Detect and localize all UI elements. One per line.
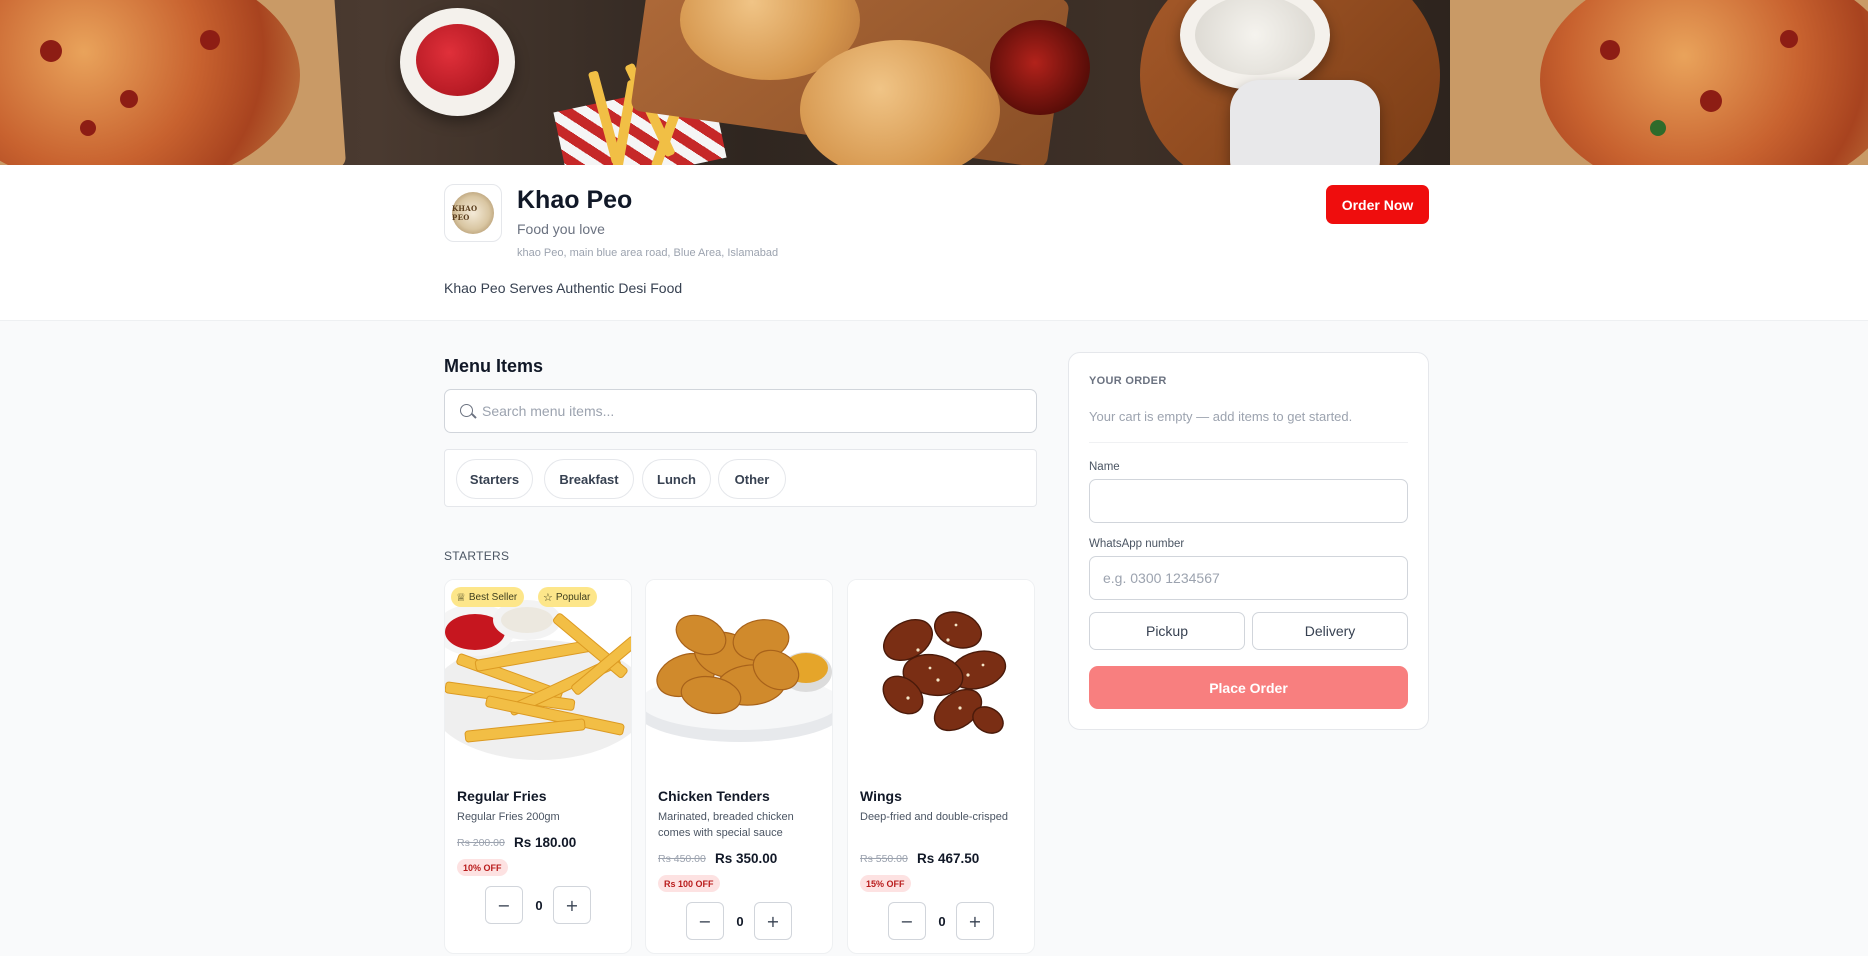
restaurant-address: khao Peo, main blue area road, Blue Area…: [517, 247, 779, 259]
menu-item-card[interactable]: ♕ Best Seller ☆ Popular Regular Fries Re…: [444, 579, 632, 954]
badge-label: Best Seller: [468, 591, 518, 603]
trophy-icon: ♕: [456, 591, 466, 604]
delivery-button[interactable]: Delivery: [1252, 612, 1408, 650]
category-chip-other[interactable]: Other: [718, 459, 786, 499]
regular-fries-image: [445, 580, 631, 760]
logo-emblem: KHAO PEO: [452, 192, 494, 234]
item-name: Chicken Tenders: [658, 788, 770, 804]
menu-item-card[interactable]: Chicken Tenders Marinated, breaded chick…: [645, 579, 833, 954]
search-icon: [460, 404, 473, 417]
name-field[interactable]: [1089, 479, 1408, 523]
restaurant-header: [0, 165, 1868, 321]
best-seller-badge: ♕ Best Seller: [451, 587, 525, 607]
restaurant-name: Khao Peo: [517, 186, 633, 214]
increase-quantity-button[interactable]: +: [754, 902, 792, 940]
whatsapp-label: WhatsApp number: [1089, 538, 1185, 550]
item-description: Marinated, breaded chicken comes with sp…: [658, 811, 794, 839]
divider: [1089, 442, 1408, 443]
item-name: Regular Fries: [457, 788, 547, 804]
popular-badge: ☆ Popular: [538, 587, 598, 607]
decrease-quantity-button[interactable]: −: [686, 902, 724, 940]
item-description: Deep-fried and double-crisped: [860, 811, 1008, 823]
menu-title: Menu Items: [444, 356, 544, 376]
category-chip-starters[interactable]: Starters: [456, 459, 533, 499]
discount-badge: 10% OFF: [457, 859, 508, 876]
section-label-starters: STARTERS: [444, 549, 510, 563]
category-chip-breakfast[interactable]: Breakfast: [544, 459, 634, 499]
restaurant-tagline: Food you love: [517, 221, 605, 237]
item-price: Rs 180.00: [514, 835, 577, 850]
place-order-button[interactable]: Place Order: [1089, 666, 1408, 709]
star-icon: ☆: [543, 591, 553, 604]
item-name: Wings: [860, 788, 902, 804]
badge-label: Popular: [555, 591, 591, 603]
discount-badge: Rs 100 OFF: [658, 875, 720, 892]
decrease-quantity-button[interactable]: −: [888, 902, 926, 940]
increase-quantity-button[interactable]: +: [553, 886, 591, 924]
item-quantity: 0: [535, 898, 543, 913]
menu-item-card[interactable]: Wings Deep-fried and double-crisped Rs 5…: [847, 579, 1035, 954]
item-price: Rs 350.00: [715, 851, 778, 866]
item-price: Rs 467.50: [917, 851, 980, 866]
item-old-price: Rs 550.00: [860, 853, 908, 865]
wings-image: [848, 580, 1034, 760]
restaurant-description: Khao Peo Serves Authentic Desi Food: [444, 280, 683, 296]
discount-badge: 15% OFF: [860, 875, 911, 892]
restaurant-logo: KHAO PEO: [444, 184, 502, 242]
hero-banner: [0, 0, 1868, 165]
item-description: Regular Fries 200gm: [457, 811, 560, 823]
order-now-button[interactable]: Order Now: [1326, 185, 1429, 224]
search-placeholder: Search menu items...: [482, 403, 615, 419]
item-quantity: 0: [736, 914, 744, 929]
name-label: Name: [1089, 461, 1120, 473]
search-input[interactable]: Search menu items...: [444, 389, 1037, 433]
whatsapp-placeholder: e.g. 0300 1234567: [1103, 570, 1220, 586]
chicken-tenders-image: [646, 580, 832, 760]
cart-empty-message: Your cart is empty — add items to get st…: [1089, 409, 1353, 424]
increase-quantity-button[interactable]: +: [956, 902, 994, 940]
category-chip-lunch[interactable]: Lunch: [642, 459, 711, 499]
decrease-quantity-button[interactable]: −: [485, 886, 523, 924]
item-old-price: Rs 450.00: [658, 853, 706, 865]
item-old-price: Rs 200.00: [457, 837, 505, 849]
pickup-button[interactable]: Pickup: [1089, 612, 1245, 650]
order-panel-title: YOUR ORDER: [1089, 375, 1167, 387]
item-quantity: 0: [938, 914, 946, 929]
whatsapp-field[interactable]: e.g. 0300 1234567: [1089, 556, 1408, 600]
category-bar: Starters Breakfast Lunch Other: [444, 449, 1037, 507]
